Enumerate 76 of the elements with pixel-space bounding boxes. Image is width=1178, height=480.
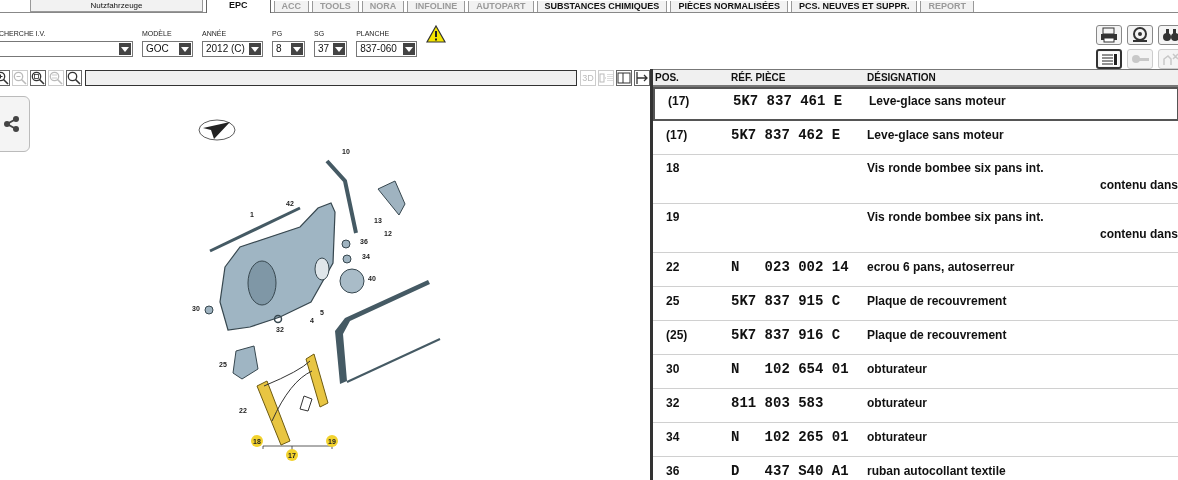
binoculars-icon[interactable] — [1158, 25, 1178, 45]
table-cell: N 102 265 01 — [731, 429, 849, 445]
dropdown[interactable]: 8 — [272, 41, 305, 57]
table-cell-text: (25) — [665, 328, 689, 342]
table-cell-text: Leve-glace sans moteur — [869, 94, 1007, 108]
warning-icon[interactable] — [426, 25, 447, 43]
table-cell-text: ecrou 6 pans, autoserreur — [867, 260, 1016, 274]
table-cell-text: 32 — [665, 396, 681, 410]
parts-row[interactable]: (25) 5K7 837 916 C Plaque de recouvrement — [653, 321, 1178, 355]
table-cell: contenu dans — [1100, 227, 1178, 241]
table-cell-text: 22 — [665, 260, 681, 274]
parts-row[interactable]: 18 Vis ronde bombee six pans int. contenu dans — [653, 155, 1178, 204]
table-cell-text: Leve-glace sans moteur — [867, 128, 1005, 142]
table-cell-text: 36 — [665, 464, 681, 478]
table-cell-text: obturateur — [867, 362, 928, 376]
table-cell-text: Vis ronde bombee six pans int. — [867, 161, 1045, 175]
table-cell: 5K7 837 915 C — [731, 293, 841, 309]
dropdown[interactable]: 837-060 — [356, 41, 418, 57]
table-cell-text: Vis ronde bombee six pans int. — [867, 210, 1045, 224]
table-cell-text: Plaque de recouvrement — [867, 328, 1008, 342]
dropdown[interactable]: 2012 (C) — [202, 41, 263, 57]
column-header: DÉSIGNATION — [867, 72, 937, 83]
compass-icon — [198, 119, 236, 141]
parts-row[interactable]: 32 811 803 583 obturateur — [653, 389, 1178, 423]
table-cell-text: 19 — [665, 210, 681, 224]
parts-row[interactable]: (17) 5K7 837 462 E Leve-glace sans moteur — [653, 121, 1178, 155]
parts-row[interactable]: (17) 5K7 837 461 E Leve-glace sans moteur — [653, 87, 1178, 121]
table-cell-text: 34 — [665, 430, 681, 444]
table-cell-text: obturateur — [867, 396, 928, 410]
caret-icon — [403, 43, 416, 55]
tab[interactable]: PCS. NEUVES ET SUPPR. — [790, 1, 918, 12]
parts-row[interactable]: 30 N 102 654 01 obturateur — [653, 355, 1178, 389]
dropdown[interactable]: GOC — [142, 41, 193, 57]
caret-icon — [249, 43, 261, 55]
magnifier-icon[interactable] — [30, 69, 46, 86]
table-cell-text: 18 — [665, 161, 681, 175]
table-cell-text: ruban autocollant textile — [867, 464, 1007, 478]
table-cell: contenu dans — [1100, 178, 1178, 192]
table-cell: D 437 S40 A1 — [731, 463, 849, 479]
parts-row[interactable]: 22 N 023 002 14 ecrou 6 pans, autoserreur — [653, 253, 1178, 287]
list-icon[interactable] — [1096, 49, 1122, 69]
caret-icon — [179, 43, 191, 55]
table-cell-text: (17) — [667, 94, 691, 108]
share-button[interactable] — [0, 96, 30, 152]
caret-icon — [291, 43, 303, 55]
parts-row[interactable]: 25 5K7 837 915 C Plaque de recouvrement — [653, 287, 1178, 321]
tab[interactable]: Nutzfahrzeuge — [30, 0, 203, 12]
table-cell-text: Plaque de recouvrement — [867, 294, 1008, 308]
caret-icon — [333, 43, 346, 55]
table-cell-text: (17) — [665, 128, 689, 142]
table-cell-text: 30 — [665, 362, 681, 376]
table-cell: N 102 654 01 — [731, 361, 849, 377]
table-cell: 5K7 837 916 C — [731, 327, 841, 343]
tab[interactable]: SUBSTANCES CHIMIQUES — [536, 1, 668, 12]
search-field[interactable] — [85, 69, 577, 86]
tab[interactable]: EPC — [206, 0, 271, 13]
column-header: POS. — [654, 72, 680, 83]
print-icon[interactable] — [1096, 25, 1122, 45]
table-cell: 5K7 837 461 E — [733, 93, 843, 109]
dropdown[interactable]: 37 — [314, 41, 348, 57]
arrows-icon[interactable] — [634, 69, 650, 86]
share-icon — [4, 115, 20, 133]
table-cell-text: 25 — [665, 294, 681, 308]
tab[interactable]: PIÈCES NORMALISÉES — [670, 1, 788, 12]
search-icon[interactable] — [66, 69, 82, 86]
parts-row[interactable]: 36 D 437 S40 A1 ruban autocollant textile — [653, 457, 1178, 480]
caret-icon — [119, 43, 131, 55]
column-header: RÉF. PIÈCE — [731, 72, 787, 83]
table-cell: 811 803 583 — [731, 395, 824, 411]
parts-row[interactable]: 19 Vis ronde bombee six pans int. contenu dans — [653, 204, 1178, 253]
table-cell: 5K7 837 462 E — [731, 127, 841, 143]
table-cell: N 023 002 14 — [731, 259, 849, 275]
table-cell-text: obturateur — [867, 430, 928, 444]
parts-row[interactable]: 34 N 102 265 01 obturateur — [653, 423, 1178, 457]
dropdown[interactable] — [0, 41, 133, 57]
split-icon[interactable] — [616, 69, 632, 86]
